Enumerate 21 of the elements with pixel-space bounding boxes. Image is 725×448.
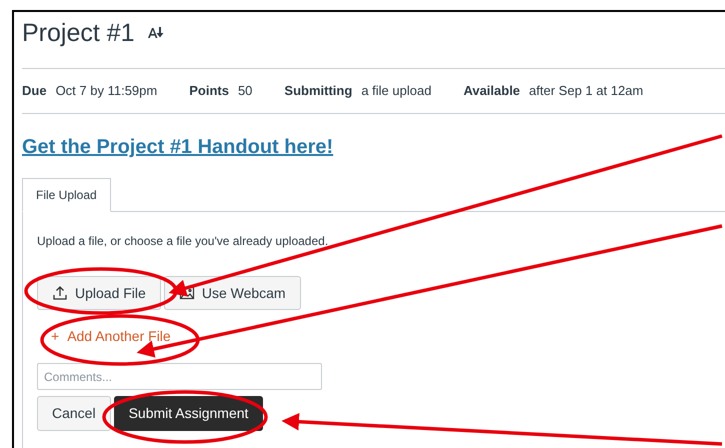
webcam-button[interactable]: Use Webcam (164, 276, 301, 310)
detail-value: 50 (238, 82, 252, 100)
sort-icon (146, 26, 165, 40)
plus-icon: + (51, 326, 60, 347)
tab[interactable]: File Upload (22, 178, 111, 212)
detail-label: Submitting (284, 82, 352, 100)
image-icon (178, 285, 195, 301)
upload-icon (52, 285, 68, 301)
detail-label: Due (22, 82, 47, 100)
detail-value: Oct 7 by 11:59pm (56, 82, 158, 100)
handout-link[interactable]: Get the Project #1 Handout here! (22, 136, 334, 158)
instruction-text: Upload a file, or choose a file you've already uploaded. (37, 233, 330, 250)
upload-button[interactable]: Upload File (37, 276, 161, 310)
assignment-title: Project #1 (22, 20, 135, 46)
comments-field[interactable]: Comments... (38, 364, 321, 389)
detail-value: after Sep 1 at 12am (529, 82, 644, 100)
detail-label: Available (463, 82, 520, 100)
detail-label: Points (189, 82, 229, 100)
submit-button[interactable]: Submit Assignment (114, 396, 264, 431)
cancel-button[interactable]: Cancel (37, 396, 111, 431)
detail-value: a file upload (361, 82, 432, 100)
